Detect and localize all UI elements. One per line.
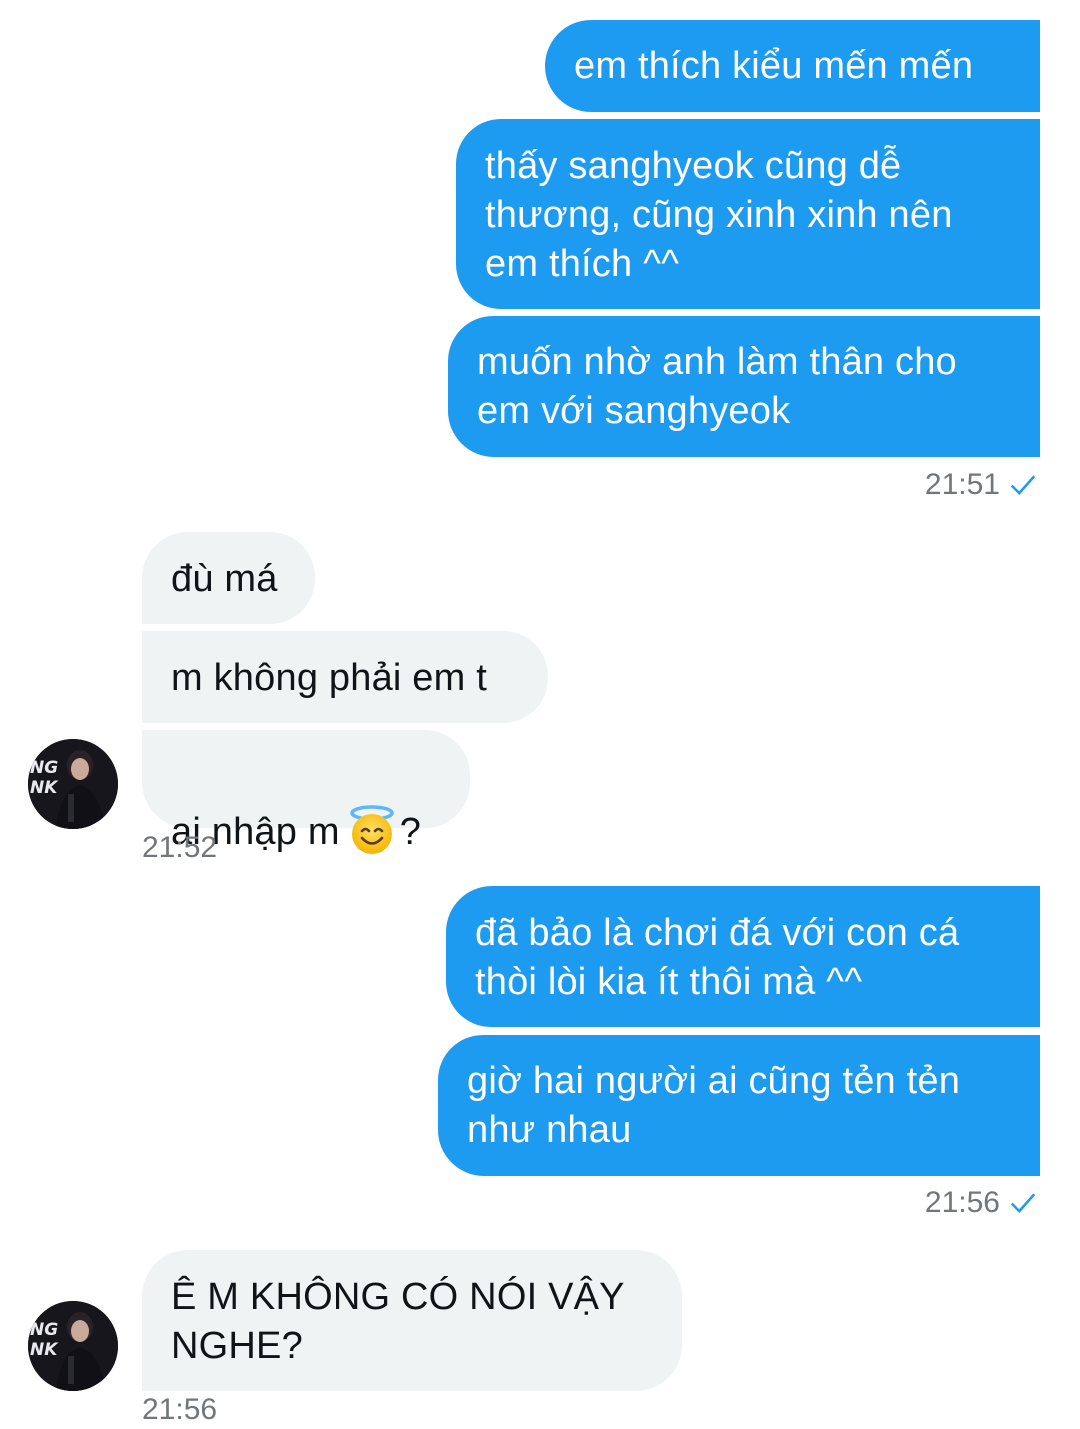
user-avatar[interactable]: NG NK [28, 1301, 118, 1391]
message-timestamp: 21:51 [924, 468, 1000, 501]
outgoing-message[interactable]: muốn nhờ anh làm thân cho em với sanghye… [448, 316, 1040, 457]
svg-text:NK: NK [30, 1340, 59, 1360]
avatar-image: NG NK [28, 739, 118, 829]
message-meta: 21:56 [142, 1393, 217, 1427]
outgoing-message[interactable]: thấy sanghyeok cũng dễ thương, cũng xinh… [456, 119, 1040, 309]
check-icon [1010, 1193, 1036, 1213]
svg-text:NG: NG [30, 758, 58, 778]
outgoing-message[interactable]: đã bảo là chơi đá với con cá thòi lòi ki… [446, 886, 1040, 1027]
incoming-message[interactable]: ai nhập m ? [142, 730, 470, 854]
user-avatar[interactable]: NG NK [28, 739, 118, 829]
message-meta: 21:52 [142, 831, 217, 865]
check-icon [1010, 475, 1036, 495]
incoming-message[interactable]: Ê M KHÔNG CÓ NÓI VẬY NGHE? [142, 1250, 682, 1391]
avatar-image: NG NK [28, 1301, 118, 1391]
incoming-message[interactable]: m không phải em t [142, 631, 548, 723]
smiling-face-with-halo-icon [349, 805, 394, 854]
message-text-trailing: ? [399, 811, 422, 853]
svg-text:NK: NK [30, 778, 59, 798]
outgoing-message[interactable]: em thích kiểu mến mến [545, 20, 1040, 112]
outgoing-message[interactable]: giờ hai người ai cũng tẻn tẻn như nhau [438, 1035, 1040, 1176]
message-timestamp: 21:56 [924, 1186, 1000, 1219]
message-meta: 21:51 [925, 468, 1038, 502]
incoming-message[interactable]: đù má [142, 532, 315, 624]
dm-conversation: em thích kiểu mến mến thấy sanghyeok cũn… [0, 0, 1080, 1429]
message-timestamp: 21:52 [142, 831, 218, 864]
svg-text:NG: NG [30, 1320, 58, 1340]
message-meta: 21:56 [925, 1186, 1038, 1220]
message-timestamp: 21:56 [142, 1393, 218, 1426]
